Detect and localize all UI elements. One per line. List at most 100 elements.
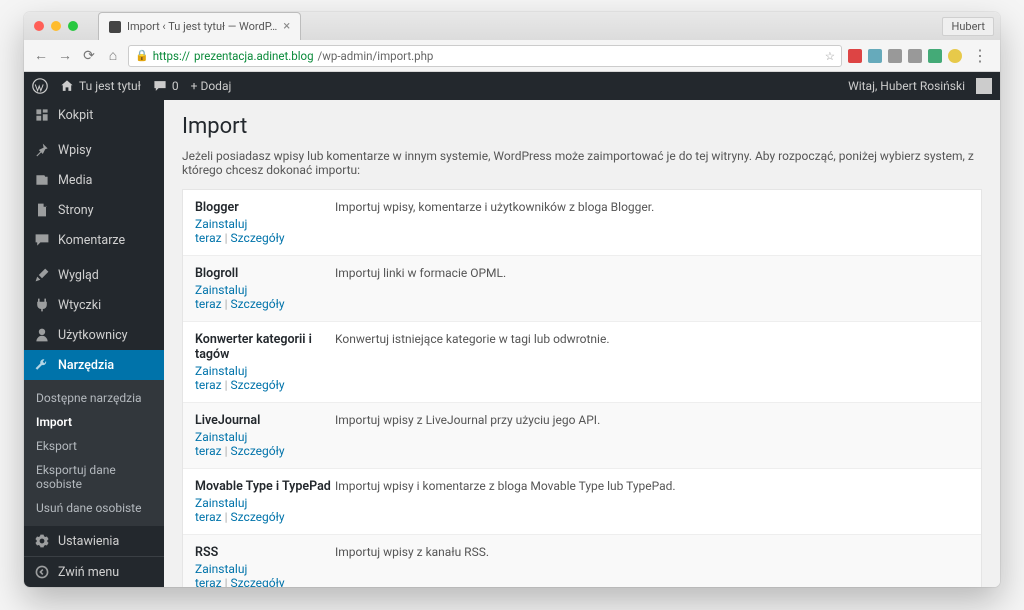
details-link[interactable]: Szczegóły [231,231,285,245]
extension-icon[interactable] [908,49,922,63]
sidebar-item-label: Kokpit [58,108,93,123]
importer-description: Importuj wpisy z kanału RSS. [335,545,969,587]
browser-menu-button[interactable]: ⋮ [968,46,992,65]
admin-sidebar: Kokpit Wpisy MediaStrony Komentarze Wygląd W… [24,100,164,587]
close-window-button[interactable] [34,21,44,31]
bookmark-star-icon[interactable]: ☆ [825,49,835,63]
adminbar-new-label: + Dodaj [191,79,232,93]
sidebar-item-label: Wpisy [58,143,92,158]
tab-close-button[interactable]: × [283,19,290,34]
collapse-icon [34,564,50,580]
comment-icon [34,232,50,248]
main-content: Import Jeżeli posiadasz wpisy lub koment… [164,100,1000,587]
tools-submenu: Dostępne narzędziaImportEksportEksportuj… [24,380,164,526]
brush-icon [34,267,50,283]
avatar [976,78,992,94]
sidebar-item-comments[interactable]: Komentarze [24,225,164,255]
zoom-window-button[interactable] [68,21,78,31]
tools-submenu-item[interactable]: Eksportuj dane osobiste [24,458,164,496]
intro-text: Jeżeli posiadasz wpisy lub komentarze w … [182,149,982,177]
importer-description: Importuj wpisy z LiveJournal przy użyciu… [335,413,969,458]
details-link[interactable]: Szczegóły [231,576,285,587]
tools-submenu-item[interactable]: Eksport [24,434,164,458]
sidebar-item-plugins[interactable]: Wtyczki [24,290,164,320]
browser-toolbar: ← → ⟳ ⌂ 🔒 https:// prezentacja.adinet.blo… [24,40,1000,72]
importer-row: LiveJournalZainstaluj teraz|SzczegółyImp… [183,402,981,468]
tools-submenu-item[interactable]: Import [24,410,164,434]
media-icon [34,172,50,188]
importer-row: RSSZainstaluj teraz|SzczegółyImportuj wp… [183,534,981,587]
url-host: prezentacja.adinet.blog [194,49,314,63]
importer-row: Konwerter kategorii i tagówZainstaluj te… [183,321,981,402]
sidebar-item-pages[interactable]: Strony [24,195,164,225]
extension-icon[interactable] [888,49,902,63]
wp-adminbar: Tu jest tytuł 0 + Dodaj Witaj, Hubert Ro… [24,72,1000,100]
browser-tab-strip: Import ‹ Tu jest tytuł — WordP… × Hubert [24,12,1000,40]
importer-description: Importuj wpisy i komentarze z bloga Mova… [335,479,969,524]
traffic-lights [24,21,88,31]
extension-icon[interactable] [848,49,862,63]
dashboard-icon [34,107,50,123]
extension-icon[interactable] [928,49,942,63]
sidebar-item-label: Wygląd [58,268,99,283]
sidebar-item-tools[interactable]: Narzędzia [24,350,164,380]
collapse-label: Zwiń menu [58,565,119,580]
collapse-menu[interactable]: Zwiń menu [24,556,164,587]
importer-name: LiveJournal [195,413,335,428]
extension-icons [848,49,962,63]
favicon-icon [109,21,121,33]
adminbar-comments[interactable]: 0 [153,79,179,93]
adminbar-account[interactable]: Witaj, Hubert Rosiński [848,78,992,94]
tab-title: Import ‹ Tu jest tytuł — WordP… [127,20,277,33]
page-icon [34,202,50,218]
wp-body: Kokpit Wpisy MediaStrony Komentarze Wygląd W… [24,100,1000,587]
adminbar-site-link[interactable]: Tu jest tytuł [60,79,141,93]
home-button[interactable]: ⌂ [104,47,122,65]
back-button[interactable]: ← [32,47,50,65]
details-link[interactable]: Szczegóły [231,378,285,392]
sidebar-item-label: Narzędzia [58,358,114,373]
adminbar-new[interactable]: + Dodaj [191,79,232,93]
extension-icon[interactable] [948,49,962,63]
url-scheme: https:// [153,49,190,63]
importer-name: Movable Type i TypePad [195,479,335,494]
details-link[interactable]: Szczegóły [231,297,285,311]
minimize-window-button[interactable] [51,21,61,31]
importer-row: Movable Type i TypePadZainstaluj teraz|S… [183,468,981,534]
reload-button[interactable]: ⟳ [80,47,98,65]
browser-window: Import ‹ Tu jest tytuł — WordP… × Hubert… [24,12,1000,587]
comment-icon [153,79,167,93]
page-viewport: Tu jest tytuł 0 + Dodaj Witaj, Hubert Ro… [24,72,1000,587]
url-path: /wp-admin/import.php [318,49,434,63]
lock-icon: 🔒 [135,49,149,62]
sidebar-item-dashboard[interactable]: Kokpit [24,100,164,130]
importer-name: Konwerter kategorii i tagów [195,332,335,362]
importer-row: BloggerZainstaluj teraz|SzczegółyImportu… [183,190,981,255]
sidebar-item-label: Komentarze [58,233,125,248]
address-bar[interactable]: 🔒 https:// prezentacja.adinet.blog/wp-adm… [128,45,842,67]
pin-icon [34,142,50,158]
importer-description: Importuj wpisy, komentarze i użytkownikó… [335,200,969,245]
importer-name: Blogroll [195,266,335,281]
tools-submenu-item[interactable]: Usuń dane osobiste [24,496,164,520]
importer-description: Konwertuj istniejące kategorie w tagi lu… [335,332,969,392]
sidebar-item-users[interactable]: Użytkownicy [24,320,164,350]
plug-icon [34,297,50,313]
details-link[interactable]: Szczegóły [231,444,285,458]
forward-button[interactable]: → [56,47,74,65]
browser-tab[interactable]: Import ‹ Tu jest tytuł — WordP… × [98,12,301,40]
wrench-icon [34,357,50,373]
sidebar-item-settings[interactable]: Ustawienia [24,526,164,556]
sidebar-item-media[interactable]: Media [24,165,164,195]
profile-chip[interactable]: Hubert [942,17,994,36]
wordpress-logo-icon[interactable] [32,78,48,94]
page-title: Import [182,114,982,139]
details-link[interactable]: Szczegóły [231,510,285,524]
tools-submenu-item[interactable]: Dostępne narzędzia [24,386,164,410]
extension-icon[interactable] [868,49,882,63]
importers-table: BloggerZainstaluj teraz|SzczegółyImportu… [182,189,982,587]
sidebar-item-posts[interactable]: Wpisy [24,135,164,165]
importer-description: Importuj linki w formacie OPML. [335,266,969,311]
user-icon [34,327,50,343]
sidebar-item-appearance[interactable]: Wygląd [24,260,164,290]
